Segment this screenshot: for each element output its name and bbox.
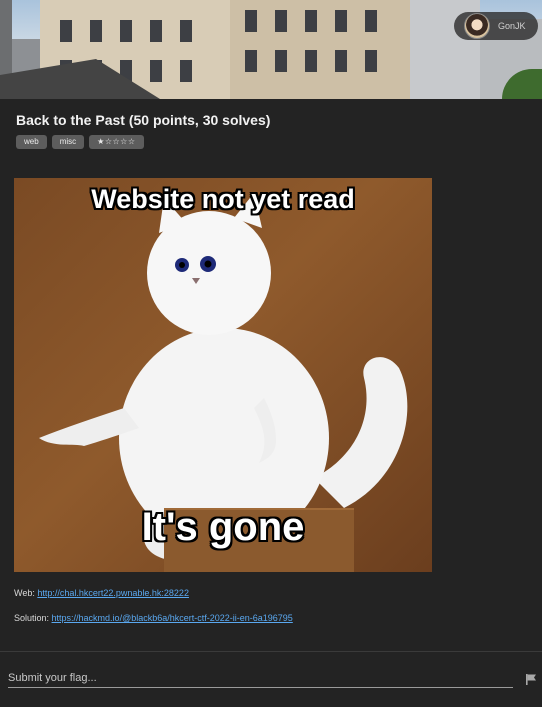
solution-link[interactable]: https://hackmd.io/@blackb6a/hkcert-ctf-2… bbox=[52, 613, 293, 623]
challenge-title: Back to the Past (50 points, 30 solves) bbox=[16, 112, 271, 128]
flag-input[interactable] bbox=[8, 669, 513, 688]
tag-list: web misc ★☆☆☆☆ bbox=[16, 135, 144, 149]
challenge-meme-image: Website not yet read It's gone bbox=[14, 178, 432, 572]
solution-label: Solution: bbox=[14, 613, 52, 623]
user-name: GonJK bbox=[498, 21, 526, 31]
header-banner: GonJK bbox=[0, 0, 542, 99]
tag-misc[interactable]: misc bbox=[51, 135, 85, 149]
solution-link-line: Solution: https://hackmd.io/@blackb6a/hk… bbox=[14, 613, 293, 623]
web-label: Web: bbox=[14, 588, 38, 598]
user-menu-button[interactable]: GonJK bbox=[454, 12, 538, 40]
submit-flag-button[interactable] bbox=[524, 673, 538, 687]
meme-top-caption: Website not yet read bbox=[91, 184, 355, 214]
tag-web[interactable]: web bbox=[16, 135, 47, 149]
flag-icon bbox=[526, 674, 536, 685]
web-link-line: Web: http://chal.hkcert22.pwnable.hk:282… bbox=[14, 588, 189, 598]
web-link[interactable]: http://chal.hkcert22.pwnable.hk:28222 bbox=[37, 588, 189, 598]
banner-building bbox=[230, 0, 410, 99]
difficulty-rating: ★☆☆☆☆ bbox=[89, 135, 144, 149]
meme-bottom-caption: It's gone bbox=[141, 505, 305, 549]
divider bbox=[0, 651, 542, 652]
avatar bbox=[464, 13, 490, 39]
